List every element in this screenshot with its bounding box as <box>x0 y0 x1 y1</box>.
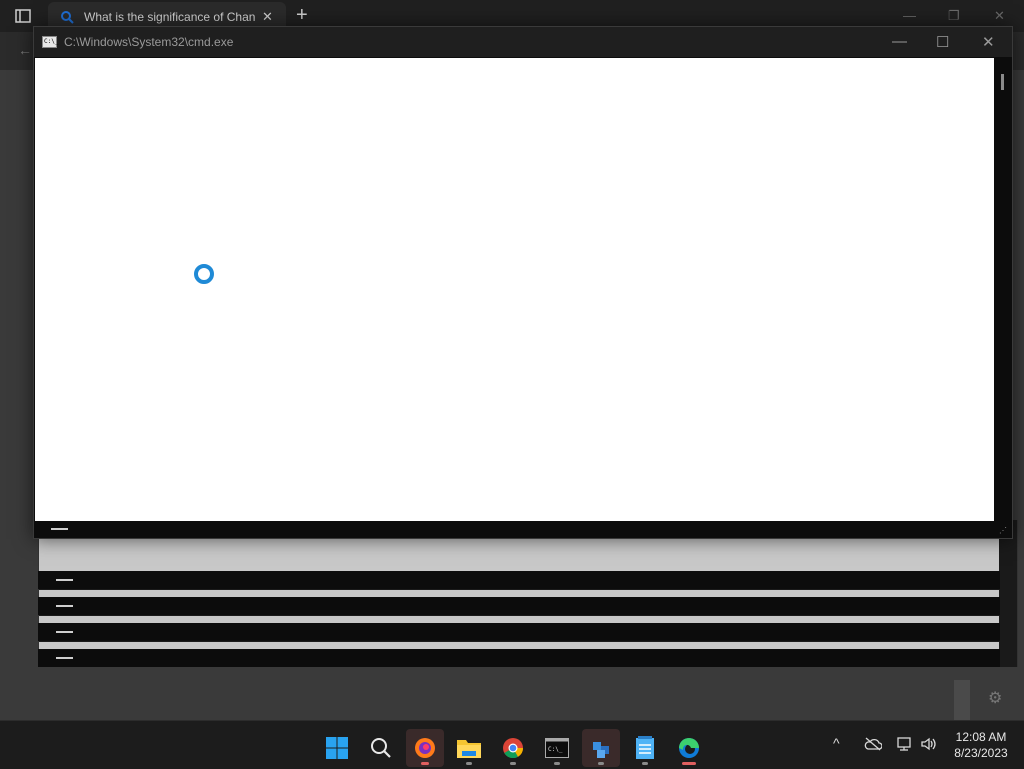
resize-grip-icon[interactable]: ⋰ <box>999 527 1007 535</box>
running-indicator <box>642 762 648 765</box>
ghost-status-bar <box>38 623 1000 641</box>
search-icon <box>371 738 391 758</box>
browser-close-button[interactable]: ✕ <box>994 8 1005 24</box>
start-button[interactable] <box>318 729 356 767</box>
cmd-vertical-scrollbar[interactable] <box>996 58 1010 521</box>
chevron-up-icon[interactable]: ^ <box>833 735 840 751</box>
tab-close-icon[interactable]: ✕ <box>262 9 273 25</box>
cmd-titlebar[interactable]: C:\_ C:\Windows\System32\cmd.exe — ☐ ✕ <box>34 27 1012 57</box>
ghost-status-bar <box>38 649 1000 667</box>
ghost-dash <box>56 631 73 633</box>
taskbar-app[interactable] <box>582 729 620 767</box>
cmd-close-button[interactable]: ✕ <box>982 33 995 51</box>
browser-restore-button[interactable]: ❐ <box>948 8 960 24</box>
running-indicator <box>466 762 472 765</box>
cmd-content-area[interactable] <box>35 58 994 521</box>
cmd-maximize-button[interactable]: ☐ <box>936 33 949 51</box>
taskbar: C:\_ ^ 12:08 AM 8/23/2023 <box>0 720 1024 769</box>
running-indicator <box>682 762 696 765</box>
back-icon[interactable]: ← <box>18 42 32 58</box>
cmd-window-title: C:\Windows\System32\cmd.exe <box>64 35 234 49</box>
running-indicator <box>510 762 516 765</box>
taskbar-notepad[interactable] <box>626 729 664 767</box>
volume-icon[interactable] <box>920 736 938 752</box>
clock-time: 12:08 AM <box>955 730 1007 744</box>
command-prompt-icon: C:\_ <box>545 738 569 758</box>
search-icon <box>61 11 74 24</box>
firefox-icon <box>415 738 435 758</box>
running-indicator <box>554 762 560 765</box>
taskbar-terminal[interactable]: C:\_ <box>538 729 576 767</box>
browser-minimize-button[interactable]: — <box>903 8 916 23</box>
folder-icon <box>457 740 481 758</box>
tab-title: What is the significance of Chan <box>84 10 256 24</box>
running-indicator <box>598 762 604 765</box>
cube-app-icon <box>593 742 609 758</box>
ghost-light-band <box>39 538 999 572</box>
edge-icon <box>679 738 699 758</box>
chrome-icon <box>503 738 524 759</box>
taskbar-search-button[interactable] <box>362 729 400 767</box>
ghost-dash <box>56 605 73 607</box>
taskbar-edge[interactable] <box>670 729 708 767</box>
cmd-window: C:\_ C:\Windows\System32\cmd.exe — ☐ ✕ ⋰ <box>33 26 1013 539</box>
svg-text:C:\_: C:\_ <box>548 746 563 753</box>
clock-date: 8/23/2023 <box>954 746 1008 760</box>
taskbar-firefox[interactable] <box>406 729 444 767</box>
ghost-dash <box>56 579 73 581</box>
windows-logo-icon <box>326 737 348 759</box>
ghost-status-bar <box>38 597 1000 615</box>
ghost-status-bar <box>38 571 1000 589</box>
browser-scrollbar[interactable] <box>954 680 970 720</box>
onedrive-offline-icon[interactable] <box>864 737 882 751</box>
cmd-bottom-bar: ⋰ <box>35 521 1011 537</box>
new-tab-button[interactable]: + <box>296 4 308 27</box>
network-icon[interactable] <box>896 736 914 752</box>
notepad-icon <box>636 736 654 759</box>
gear-icon[interactable]: ⚙ <box>988 688 1002 708</box>
bottom-dash <box>51 528 68 530</box>
window-ghost-stack <box>38 520 1018 667</box>
terminal-icon: C:\_ <box>42 36 58 48</box>
loading-spinner-icon <box>194 264 214 284</box>
ghost-dash <box>56 657 73 659</box>
taskbar-clock[interactable]: 12:08 AM 8/23/2023 <box>944 729 1018 761</box>
scrollbar-thumb[interactable] <box>1001 74 1004 90</box>
running-indicator <box>421 762 429 765</box>
sidebar-toggle-icon[interactable] <box>14 7 32 25</box>
cmd-minimize-button[interactable]: — <box>892 33 907 50</box>
taskbar-chrome[interactable] <box>494 729 532 767</box>
taskbar-file-explorer[interactable] <box>450 729 488 767</box>
